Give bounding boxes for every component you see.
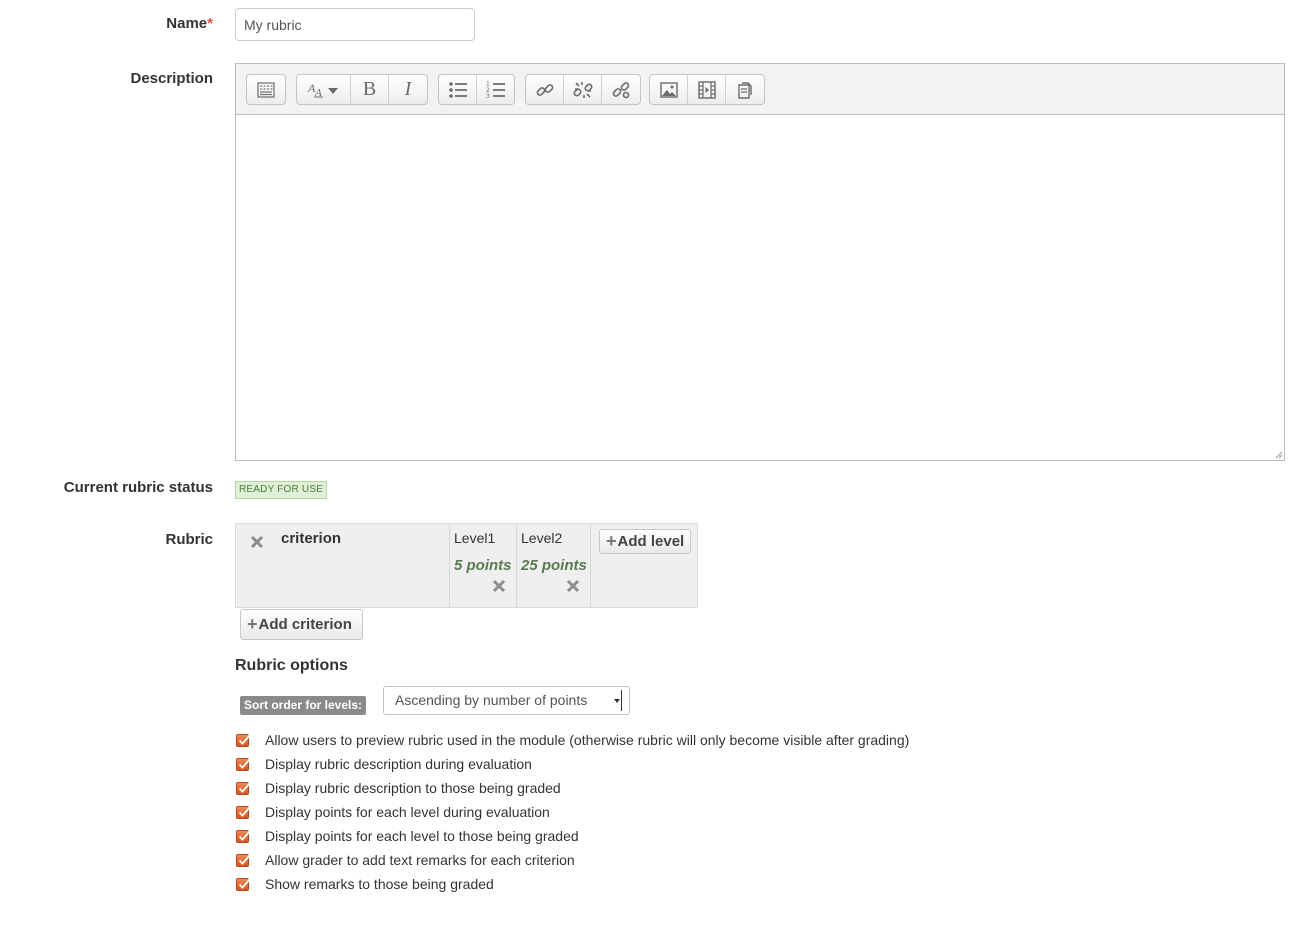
add-level-cell: + Add level <box>590 524 697 607</box>
sort-order-label: Sort order for levels: <box>240 696 367 715</box>
description-text-area[interactable] <box>236 115 1284 460</box>
bold-icon[interactable]: B <box>351 75 389 104</box>
rubric-label: Rubric <box>165 531 213 548</box>
option-label: Display points for each level to those b… <box>265 828 579 844</box>
media-icon[interactable] <box>688 75 726 104</box>
option-row[interactable]: Allow users to preview rubric used in th… <box>236 731 909 749</box>
sort-order-value: Ascending by number of points <box>395 692 588 708</box>
link-icon[interactable] <box>526 75 564 104</box>
toolbar-group-toggle <box>246 74 286 105</box>
option-row[interactable]: Show remarks to those being graded <box>236 875 494 893</box>
name-input[interactable] <box>235 8 475 41</box>
option-label: Show remarks to those being graded <box>265 876 494 892</box>
checkmark-icon <box>238 830 251 841</box>
required-marker: * <box>207 15 213 32</box>
unordered-list-icon[interactable] <box>439 75 477 104</box>
plus-icon: + <box>247 614 258 634</box>
criterion-description[interactable]: criterion <box>281 530 341 547</box>
plus-icon: + <box>606 531 617 551</box>
checkmark-icon <box>238 782 251 793</box>
manage-files-icon[interactable] <box>726 75 764 104</box>
manage-links-icon[interactable] <box>602 75 640 104</box>
unlink-icon[interactable] <box>564 75 602 104</box>
resize-grip-icon[interactable] <box>1274 450 1283 459</box>
description-editor: AA B I 123 <box>235 63 1285 461</box>
level-points[interactable]: 5 points <box>454 557 512 574</box>
level-cell: Level2 25 points <box>516 524 590 607</box>
option-row[interactable]: Allow grader to add text remarks for eac… <box>236 851 575 869</box>
option-checkbox[interactable] <box>236 757 251 771</box>
level-definition[interactable]: Level2 <box>521 530 562 546</box>
sort-order-select[interactable]: Ascending by number of points <box>383 686 630 715</box>
chevron-down-icon <box>612 690 622 711</box>
svg-text:3: 3 <box>486 93 490 99</box>
status-badge: READY FOR USE <box>235 481 328 499</box>
option-checkbox[interactable] <box>236 733 251 747</box>
level-points[interactable]: 25 points <box>521 557 587 574</box>
option-row[interactable]: Display points for each level during eva… <box>236 803 550 821</box>
toolbar-group-media <box>649 74 765 105</box>
option-checkbox[interactable] <box>236 853 251 867</box>
option-checkbox[interactable] <box>236 829 251 843</box>
ordered-list-icon[interactable]: 123 <box>477 75 514 104</box>
option-row[interactable]: Display rubric description to those bein… <box>236 779 561 797</box>
checkmark-icon <box>238 758 251 769</box>
option-label: Display rubric description to those bein… <box>265 780 561 796</box>
description-label: Description <box>130 70 213 87</box>
option-row[interactable]: Display points for each level to those b… <box>236 827 579 845</box>
image-icon[interactable] <box>650 75 688 104</box>
checkmark-icon <box>238 734 251 745</box>
option-label: Allow grader to add text remarks for eac… <box>265 852 575 868</box>
option-checkbox[interactable] <box>236 805 251 819</box>
option-checkbox[interactable] <box>236 877 251 891</box>
rubric-table: criterion Level1 5 points Level2 25 poin… <box>235 523 698 608</box>
name-label: Name* <box>166 15 213 32</box>
delete-level-icon[interactable] <box>492 579 506 593</box>
option-label: Display points for each level during eva… <box>265 804 550 820</box>
checkmark-icon <box>238 806 251 817</box>
checkmark-icon <box>238 878 251 889</box>
font-style-icon[interactable]: AA <box>297 75 351 104</box>
toggle-toolbar-icon[interactable] <box>247 75 285 104</box>
option-label: Allow users to preview rubric used in th… <box>265 732 910 748</box>
option-row[interactable]: Display rubric description during evalua… <box>236 755 532 773</box>
toolbar-group-links <box>525 74 641 105</box>
delete-criterion-icon[interactable] <box>250 535 264 549</box>
checkmark-icon <box>238 854 251 865</box>
level-cell: Level1 5 points <box>449 524 516 607</box>
rubric-options-title: Rubric options <box>235 657 348 674</box>
toolbar-group-text: AA B I <box>296 74 428 105</box>
option-checkbox[interactable] <box>236 781 251 795</box>
delete-level-icon[interactable] <box>566 579 580 593</box>
level-definition[interactable]: Level1 <box>454 530 495 546</box>
italic-icon[interactable]: I <box>389 75 427 104</box>
status-label: Current rubric status <box>63 479 213 496</box>
add-criterion-button[interactable]: + Add criterion <box>240 609 363 640</box>
option-label: Display rubric description during evalua… <box>265 756 532 772</box>
criterion-cell: criterion <box>236 524 449 607</box>
toolbar-group-lists: 123 <box>438 74 515 105</box>
editor-toolbar: AA B I 123 <box>236 64 1284 115</box>
add-level-button[interactable]: + Add level <box>599 529 692 554</box>
